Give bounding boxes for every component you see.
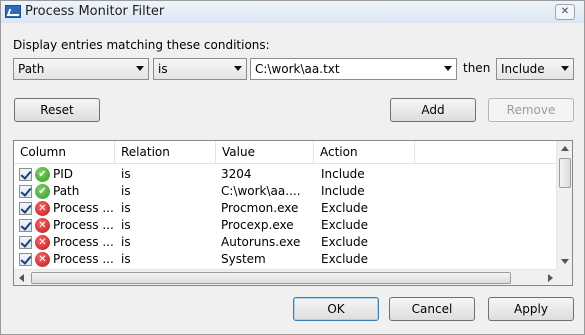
action-select-value: Include: [501, 62, 545, 76]
row-checkbox[interactable]: [19, 168, 32, 181]
row-column: Path: [53, 184, 80, 198]
vertical-scrollbar[interactable]: [556, 141, 572, 269]
row-action: Exclude: [321, 218, 369, 232]
row-action: Exclude: [321, 201, 369, 215]
scroll-down-arrow-icon[interactable]: [561, 259, 569, 264]
table-row[interactable]: ✔ Path is C:\work\aa.... Include: [14, 183, 558, 200]
conditions-label: Display entries matching these condition…: [13, 38, 270, 52]
column-select[interactable]: Path: [13, 58, 149, 80]
scrollbar-corner: [556, 269, 572, 285]
row-checkbox[interactable]: [19, 253, 32, 266]
column-header-column[interactable]: Column: [14, 141, 115, 164]
table-row[interactable]: ✕ Process ... is Procmon.exe Exclude: [14, 200, 558, 217]
then-label: then: [463, 61, 491, 75]
row-relation: is: [121, 235, 131, 249]
row-value: 3204: [221, 167, 252, 181]
row-relation: is: [121, 201, 131, 215]
relation-select[interactable]: is: [153, 58, 247, 80]
horizontal-scrollbar[interactable]: [14, 269, 558, 285]
row-action: Include: [321, 184, 365, 198]
row-relation: is: [121, 218, 131, 232]
row-action: Exclude: [321, 252, 369, 266]
row-relation: is: [121, 167, 131, 181]
reset-button[interactable]: Reset: [14, 98, 100, 122]
add-button[interactable]: Add: [390, 98, 476, 122]
column-header-value[interactable]: Value: [216, 141, 314, 164]
row-checkbox[interactable]: [19, 185, 32, 198]
chevron-down-icon: [234, 66, 242, 71]
row-value: System: [221, 252, 266, 266]
row-action: Exclude: [321, 235, 369, 249]
column-header-action[interactable]: Action: [314, 141, 415, 164]
process-monitor-icon: [5, 5, 21, 18]
chevron-down-icon: [444, 66, 452, 71]
table-row[interactable]: ✕ Process ... is Procexp.exe Exclude: [14, 217, 558, 234]
scroll-left-arrow-icon[interactable]: [19, 274, 24, 282]
list-header: Column Relation Value Action: [14, 141, 558, 164]
chevron-down-icon: [561, 66, 569, 71]
value-input-text: C:\work\aa.txt: [255, 62, 340, 76]
row-value: C:\work\aa....: [221, 184, 301, 198]
row-column: Process ...: [53, 218, 114, 232]
process-monitor-filter-window: Process Monitor Filter ✕ Display entries…: [0, 0, 585, 335]
ok-button[interactable]: OK: [293, 297, 379, 321]
column-select-value: Path: [18, 62, 45, 76]
table-row[interactable]: ✕ Process ... is Autoruns.exe Exclude: [14, 234, 558, 251]
scroll-right-arrow-icon[interactable]: [548, 274, 553, 282]
include-icon: ✔: [35, 184, 50, 199]
row-checkbox[interactable]: [19, 202, 32, 215]
chevron-down-icon: [136, 66, 144, 71]
remove-button[interactable]: Remove: [488, 98, 574, 122]
table-row[interactable]: ✕ Process ... is System Exclude: [14, 251, 558, 268]
row-relation: is: [121, 252, 131, 266]
exclude-icon: ✕: [35, 252, 50, 267]
apply-button[interactable]: Apply: [488, 297, 574, 321]
row-value: Autoruns.exe: [221, 235, 301, 249]
row-checkbox[interactable]: [19, 219, 32, 232]
column-header-relation[interactable]: Relation: [115, 141, 216, 164]
row-action: Include: [321, 167, 365, 181]
row-value: Procexp.exe: [221, 218, 294, 232]
list-rows: ✔ PID is 3204 Include ✔ Path is C:\work\aa.... In…: [14, 166, 558, 285]
value-combo-input[interactable]: C:\work\aa.txt: [250, 58, 457, 80]
row-relation: is: [121, 184, 131, 198]
exclude-icon: ✕: [35, 218, 50, 233]
table-row[interactable]: ✔ PID is 3204 Include: [14, 166, 558, 183]
vertical-scroll-thumb[interactable]: [559, 158, 571, 188]
row-column: Process ...: [53, 201, 114, 215]
action-select[interactable]: Include: [496, 58, 574, 80]
close-button[interactable]: ✕: [555, 4, 575, 20]
scroll-up-arrow-icon[interactable]: [561, 146, 569, 151]
row-column: PID: [53, 167, 74, 181]
exclude-icon: ✕: [35, 201, 50, 216]
cancel-button[interactable]: Cancel: [389, 297, 475, 321]
horizontal-scroll-thumb[interactable]: [31, 272, 511, 284]
relation-select-value: is: [158, 62, 168, 76]
row-checkbox[interactable]: [19, 236, 32, 249]
row-column: Process ...: [53, 235, 114, 249]
filter-list[interactable]: Column Relation Value Action ✔ PID is 3204 I…: [13, 140, 573, 286]
row-column: Process ...: [53, 252, 114, 266]
title-bar: Process Monitor Filter ✕: [1, 1, 584, 23]
exclude-icon: ✕: [35, 235, 50, 250]
window-title: Process Monitor Filter: [25, 4, 165, 19]
include-icon: ✔: [35, 167, 50, 182]
row-value: Procmon.exe: [221, 201, 299, 215]
